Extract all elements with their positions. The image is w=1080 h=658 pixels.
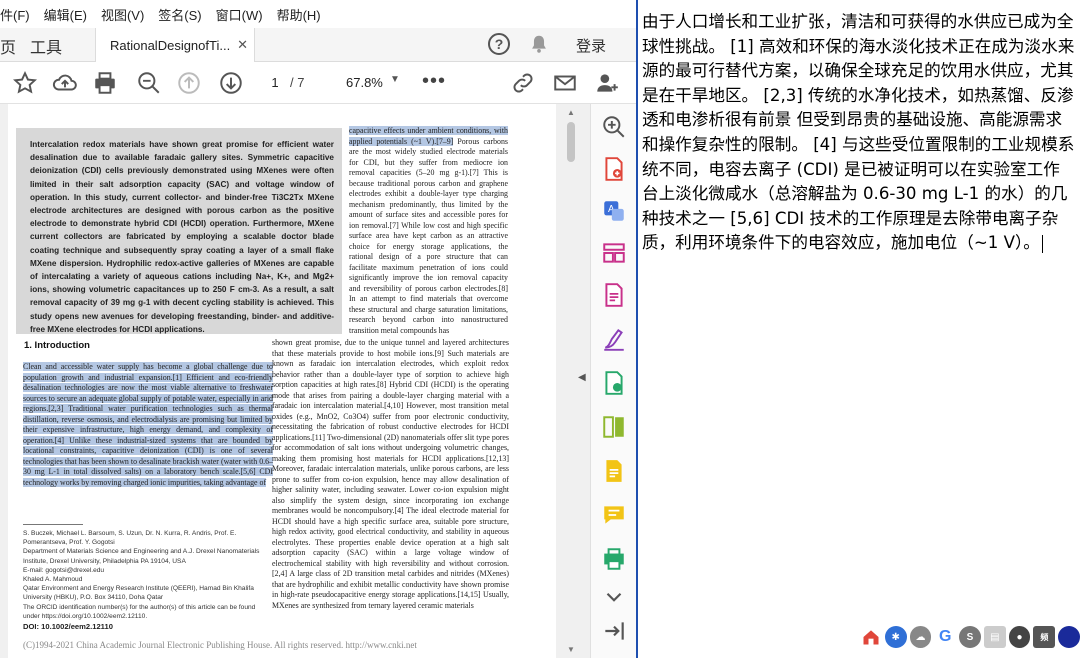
dot-icon[interactable]	[1058, 626, 1080, 648]
toolbar: 1 / 7 67.8% ▼ •••	[0, 62, 636, 104]
editor-titlebar	[638, 0, 1080, 6]
scrollbar-thumb[interactable]	[567, 122, 575, 162]
pdf-page: Intercalation redox materials have shown…	[8, 104, 556, 658]
system-tray: ✱ ☁ G S ▤ ● 频	[860, 624, 1080, 650]
link-icon[interactable]	[510, 70, 536, 96]
highlighted-selection[interactable]: Clean and accessible water supply has be…	[23, 362, 273, 487]
zoom-select[interactable]: 67.8%	[346, 75, 383, 90]
s-icon[interactable]: S	[959, 626, 981, 648]
text-caret	[1041, 234, 1043, 253]
google-icon[interactable]: G	[934, 626, 957, 648]
add-user-icon[interactable]	[594, 70, 620, 96]
vertical-scrollbar[interactable]: ▲ ▼	[564, 104, 578, 658]
more-icon[interactable]: •••	[422, 70, 446, 93]
menu-edit[interactable]: 编辑(E)	[44, 5, 87, 24]
zoom-out-icon[interactable]	[136, 70, 162, 96]
page-total: / 7	[290, 75, 305, 90]
doi-text: DOI: 10.1002/eem2.12110	[23, 622, 113, 631]
compare-icon[interactable]	[601, 414, 627, 440]
tab-document[interactable]: RationalDesignofTi... ✕	[95, 28, 255, 62]
tools-rail: A	[590, 104, 636, 658]
scroll-down-icon[interactable]: ▼	[567, 645, 575, 654]
author-footnote: S. Buczek, Michael L. Barsoum, S. Uzun, …	[23, 524, 263, 621]
footnote-divider	[23, 524, 83, 525]
create-pdf-icon[interactable]	[601, 156, 627, 182]
tab-tools[interactable]: 工具	[30, 34, 62, 58]
abstract-block: Intercalation redox materials have shown…	[16, 128, 342, 334]
menu-view[interactable]: 视图(V)	[101, 5, 144, 24]
intro-paragraph[interactable]: Clean and accessible water supply has be…	[23, 362, 273, 488]
menu-help[interactable]: 帮助(H)	[277, 5, 321, 24]
screen: 件(F) 编辑(E) 视图(V) 签名(S) 窗口(W) 帮助(H) 页 工具 …	[0, 0, 1080, 658]
bell-icon[interactable]	[528, 33, 550, 55]
export-pdf-icon[interactable]	[601, 282, 627, 308]
comment-file-icon[interactable]	[601, 458, 627, 484]
page-down-icon[interactable]	[218, 70, 244, 96]
cloud-upload-icon[interactable]	[52, 70, 78, 96]
tab-bar: 页 工具 RationalDesignofTi... ✕ ? 登录	[0, 28, 636, 62]
text-editor-window: 由于人口增长和工业扩张，清洁和可获得的水供应已成为全球性挑战。 [1] 高效和环…	[636, 0, 1080, 658]
panda-icon[interactable]: ●	[1008, 626, 1031, 648]
organize-pages-icon[interactable]	[601, 240, 627, 266]
menu-window[interactable]: 窗口(W)	[216, 5, 263, 24]
copyright-text: (C)1994-2021 China Academic Journal Elec…	[23, 640, 417, 650]
footnote-text: S. Buczek, Michael L. Barsoum, S. Uzun, …	[23, 530, 260, 620]
section-heading: 1. Introduction	[24, 340, 90, 351]
star-icon[interactable]	[12, 70, 38, 96]
right-column-body: Porous carbons are the most widely studi…	[349, 136, 508, 335]
print-icon[interactable]	[92, 70, 118, 96]
login-button[interactable]: 登录	[576, 35, 606, 56]
document-viewport[interactable]: Intercalation redox materials have shown…	[0, 104, 590, 658]
page-number-input[interactable]: 1	[262, 72, 288, 94]
translate-icon[interactable]: A	[601, 198, 627, 224]
mail-icon[interactable]	[552, 70, 578, 96]
expand-tools-icon[interactable]	[601, 584, 627, 610]
menu-bar: 件(F) 编辑(E) 视图(V) 签名(S) 窗口(W) 帮助(H)	[0, 0, 636, 28]
collapse-rail-icon[interactable]	[601, 618, 627, 644]
help-icon[interactable]: ?	[488, 33, 510, 55]
menu-file[interactable]: 件(F)	[0, 5, 30, 24]
chevron-down-icon[interactable]: ▼	[390, 74, 400, 85]
right-column-text[interactable]: capacitive effects under ambient conditi…	[349, 126, 508, 336]
app-icon[interactable]: ▤	[983, 626, 1006, 648]
close-icon[interactable]: ✕	[237, 37, 248, 53]
tab-home[interactable]: 页	[0, 34, 16, 58]
home-icon[interactable]	[860, 626, 882, 648]
fill-sign-icon[interactable]	[601, 326, 627, 352]
paw-icon[interactable]: ✱	[884, 626, 907, 648]
edit-pdf-icon[interactable]	[601, 370, 627, 396]
print-production-icon[interactable]	[601, 546, 627, 572]
editor-content[interactable]: 由于人口增长和工业扩张，清洁和可获得的水供应已成为全球性挑战。 [1] 高效和环…	[642, 10, 1076, 256]
zoom-in-icon[interactable]	[601, 114, 627, 140]
channel-icon[interactable]: 频	[1033, 626, 1056, 648]
page-up-icon[interactable]	[176, 70, 202, 96]
cloud-icon[interactable]: ☁	[909, 626, 932, 648]
scroll-up-icon[interactable]: ▲	[567, 108, 575, 117]
translated-text[interactable]: 由于人口增长和工业扩张，清洁和可获得的水供应已成为全球性挑战。 [1] 高效和环…	[642, 12, 1074, 252]
comment-icon[interactable]	[601, 502, 627, 528]
collapse-panel-icon[interactable]: ◀	[578, 372, 586, 383]
tab-document-label: RationalDesignofTi...	[110, 37, 231, 53]
lower-column-text: shown great promise, due to the unique t…	[272, 338, 509, 610]
pdf-reader-window: 件(F) 编辑(E) 视图(V) 签名(S) 窗口(W) 帮助(H) 页 工具 …	[0, 0, 636, 658]
menu-sign[interactable]: 签名(S)	[158, 5, 201, 24]
